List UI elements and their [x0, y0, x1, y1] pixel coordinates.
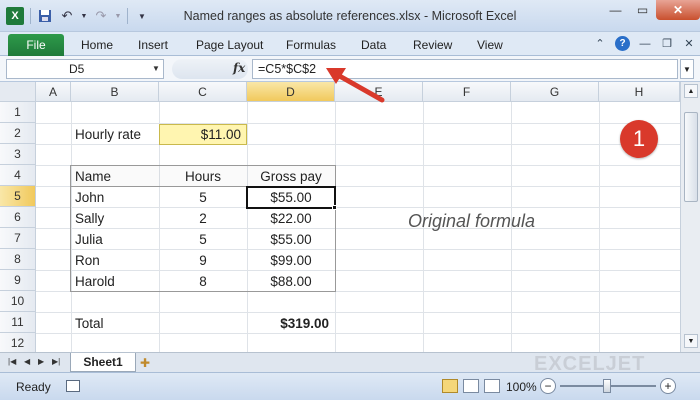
- column-header-g[interactable]: G: [511, 82, 599, 102]
- row-header-11[interactable]: 11: [0, 312, 36, 333]
- ribbon-tabs: File Home Insert Page Layout Formulas Da…: [0, 32, 700, 56]
- window-title: Named ranges as absolute references.xlsx…: [183, 9, 517, 23]
- row-header-8[interactable]: 8: [0, 249, 36, 270]
- tab-page-layout[interactable]: Page Layout: [196, 38, 263, 52]
- tab-insert[interactable]: Insert: [138, 38, 168, 52]
- close-icon[interactable]: ✕: [656, 0, 700, 20]
- maximize-icon[interactable]: ▭: [629, 0, 656, 20]
- step-badge: 1: [620, 120, 658, 158]
- insert-function-icon[interactable]: fx: [233, 61, 245, 75]
- row-header-6[interactable]: 6: [0, 207, 36, 228]
- vertical-scrollbar[interactable]: ▲ ▼: [680, 82, 700, 352]
- tab-review[interactable]: Review: [413, 38, 452, 52]
- workbook-restore-icon[interactable]: ❐: [660, 37, 674, 51]
- tab-data[interactable]: Data: [361, 38, 386, 52]
- column-header-h[interactable]: H: [599, 82, 680, 102]
- row-header-4[interactable]: 4: [0, 165, 36, 186]
- help-icon[interactable]: ?: [615, 36, 630, 51]
- cell-b11-total-label[interactable]: Total: [71, 313, 159, 334]
- table-row-name[interactable]: Ron: [71, 250, 159, 271]
- cell-d11-total-value[interactable]: $319.00: [247, 313, 335, 334]
- tab-formulas[interactable]: Formulas: [286, 38, 336, 52]
- column-header-b[interactable]: B: [71, 82, 159, 102]
- formula-input[interactable]: =C5*$C$2: [252, 59, 678, 79]
- expand-formula-bar-icon[interactable]: ▼: [680, 59, 694, 79]
- row-header-10[interactable]: 10: [0, 291, 36, 312]
- cell-b2-rate-label[interactable]: Hourly rate: [71, 124, 159, 145]
- row-header-12[interactable]: 12: [0, 333, 36, 352]
- worksheet-grid[interactable]: A B C D E F G H 1 2 3 4 5 6 7 8 9 10 11 …: [0, 82, 680, 352]
- column-header-f[interactable]: F: [423, 82, 511, 102]
- column-header-d[interactable]: D: [247, 82, 335, 102]
- status-bar: Ready 100% − +: [0, 372, 700, 400]
- tab-file[interactable]: File: [8, 34, 64, 56]
- cell-c2-rate-value[interactable]: $11.00: [159, 124, 247, 145]
- scroll-thumb[interactable]: [684, 112, 698, 202]
- table-row-hours[interactable]: 9: [159, 250, 247, 271]
- insert-sheet-icon[interactable]: ✚: [140, 356, 150, 370]
- macro-record-icon[interactable]: [66, 380, 80, 392]
- minimize-ribbon-icon[interactable]: ⌃: [593, 37, 607, 51]
- sheet-tab-sheet1[interactable]: Sheet1: [70, 353, 136, 372]
- row-header-5[interactable]: 5: [0, 186, 36, 207]
- fill-handle[interactable]: [332, 205, 337, 210]
- zoom-in-icon[interactable]: +: [660, 378, 676, 394]
- active-cell-d5[interactable]: [246, 186, 336, 209]
- select-all-corner[interactable]: [0, 82, 36, 102]
- row-header-7[interactable]: 7: [0, 228, 36, 249]
- zoom-slider-thumb[interactable]: [603, 379, 611, 393]
- name-box[interactable]: D5: [6, 59, 164, 79]
- column-header-c[interactable]: C: [159, 82, 247, 102]
- row-header-2[interactable]: 2: [0, 123, 36, 144]
- table-row-hours[interactable]: 5: [159, 229, 247, 250]
- table-row-name[interactable]: Sally: [71, 208, 159, 229]
- scroll-up-icon[interactable]: ▲: [684, 84, 698, 98]
- column-header-a[interactable]: A: [36, 82, 71, 102]
- zoom-out-icon[interactable]: −: [540, 378, 556, 394]
- table-row-hours[interactable]: 5: [159, 187, 247, 208]
- name-box-dropdown-icon[interactable]: ▼: [152, 64, 160, 73]
- next-sheet-icon[interactable]: ▶: [38, 357, 44, 366]
- table-row-gross[interactable]: $55.00: [247, 229, 335, 250]
- page-break-view-icon[interactable]: [484, 379, 500, 393]
- table-row-hours[interactable]: 2: [159, 208, 247, 229]
- gridline: [599, 102, 600, 352]
- tab-view[interactable]: View: [477, 38, 503, 52]
- workbook-minimize-icon[interactable]: —: [638, 37, 652, 51]
- row-header-3[interactable]: 3: [0, 144, 36, 165]
- table-row-name[interactable]: John: [71, 187, 159, 208]
- table-header-gross-pay[interactable]: Gross pay: [247, 166, 335, 187]
- status-ready: Ready: [16, 380, 51, 394]
- table-row-gross[interactable]: $99.00: [247, 250, 335, 271]
- sheet-tab-bar: |◀ ◀ ▶ ▶| Sheet1 ✚ EXCELJET: [0, 352, 700, 375]
- title-bar: X ↶ ▼ ↷ ▼ ▼ Named ranges as absolute ref…: [0, 0, 700, 32]
- table-header-hours[interactable]: Hours: [159, 166, 247, 187]
- scroll-down-icon[interactable]: ▼: [684, 334, 698, 348]
- workbook-close-icon[interactable]: ✕: [682, 37, 696, 51]
- minimize-icon[interactable]: —: [602, 0, 629, 20]
- row-header-9[interactable]: 9: [0, 270, 36, 291]
- table-row-name[interactable]: Harold: [71, 271, 159, 292]
- ribbon-controls: ⌃ ? — ❐ ✕: [593, 36, 696, 51]
- callout-arrow-icon: [326, 68, 385, 103]
- normal-view-icon[interactable]: [442, 379, 458, 393]
- table-row-gross[interactable]: $88.00: [247, 271, 335, 292]
- table-row-gross[interactable]: $22.00: [247, 208, 335, 229]
- prev-sheet-icon[interactable]: ◀: [24, 357, 30, 366]
- table-header-name[interactable]: Name: [71, 166, 159, 187]
- table-row-name[interactable]: Julia: [71, 229, 159, 250]
- window-controls: — ▭ ✕: [602, 0, 700, 22]
- last-sheet-icon[interactable]: ▶|: [52, 357, 60, 366]
- zoom-level[interactable]: 100%: [506, 380, 537, 394]
- first-sheet-icon[interactable]: |◀: [8, 357, 16, 366]
- row-header-1[interactable]: 1: [0, 102, 36, 123]
- page-layout-view-icon[interactable]: [463, 379, 479, 393]
- table-row-hours[interactable]: 8: [159, 271, 247, 292]
- tab-home[interactable]: Home: [81, 38, 113, 52]
- annotation-note: Original formula: [408, 211, 536, 231]
